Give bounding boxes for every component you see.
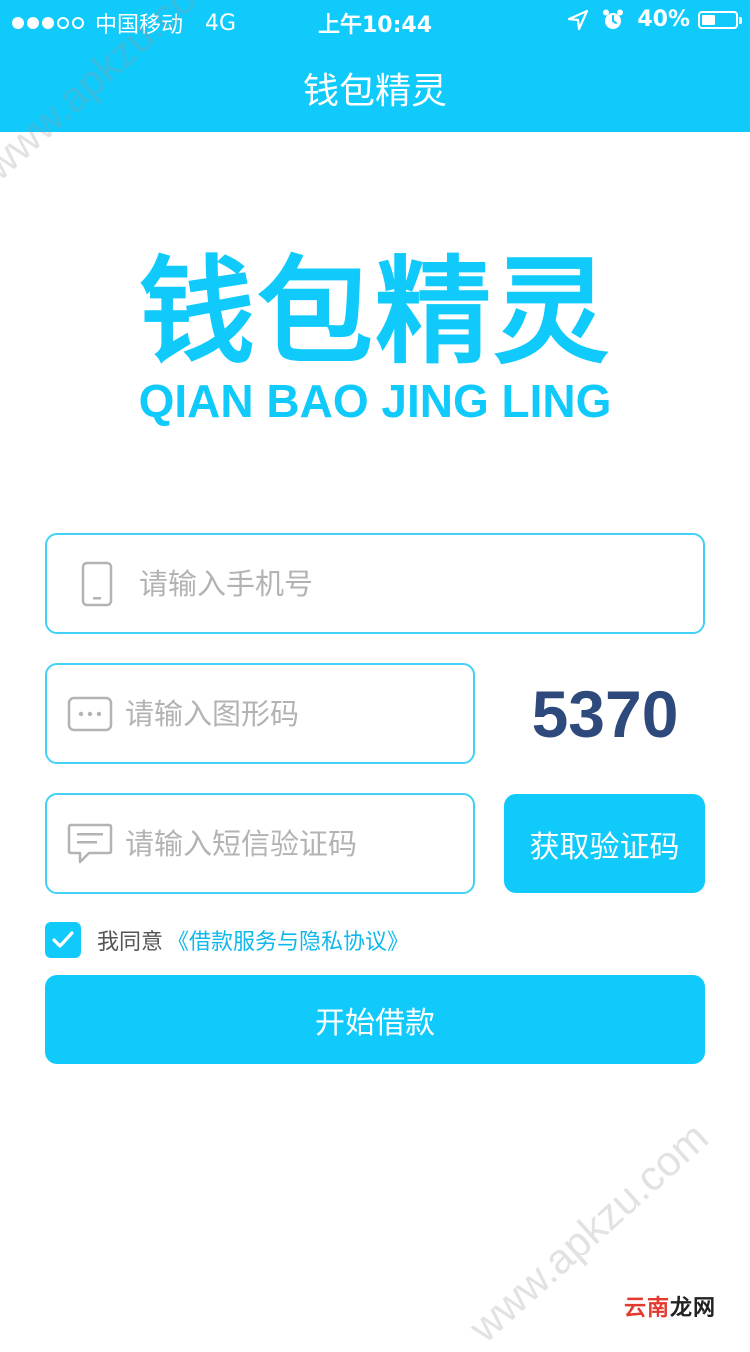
- mobile-phone-icon: [67, 561, 127, 607]
- sms-code-field[interactable]: [45, 793, 492, 894]
- corner-logo-part1: 云南: [623, 1296, 670, 1321]
- agreement-link[interactable]: 《借款服务与隐私协议》: [167, 924, 409, 956]
- corner-logo-part2: 龙网: [669, 1296, 716, 1321]
- battery-fill: [702, 14, 715, 25]
- agreement-checkbox[interactable]: [45, 922, 81, 958]
- phone-input[interactable]: [139, 566, 683, 601]
- status-right: 40%: [567, 7, 742, 32]
- logo-chinese: 钱包精灵: [139, 245, 611, 380]
- captcha-image-code[interactable]: 5370: [505, 663, 705, 764]
- battery-tip: [739, 16, 742, 24]
- battery-icon: [698, 10, 742, 29]
- battery-percent: 40%: [637, 7, 690, 32]
- checkmark-icon: [52, 931, 74, 948]
- location-arrow-icon: [568, 9, 589, 30]
- agreement-row: 我同意 《借款服务与隐私协议》: [45, 922, 409, 958]
- get-sms-code-button[interactable]: 获取验证码: [504, 794, 705, 893]
- sms-code-input[interactable]: [125, 826, 492, 861]
- start-loan-button[interactable]: 开始借款: [45, 975, 705, 1064]
- logo-pinyin: QIAN BAO JING LING: [138, 375, 612, 427]
- phone-field[interactable]: [45, 533, 705, 634]
- keyboard-dots-icon: [67, 696, 113, 732]
- captcha-input[interactable]: [125, 696, 492, 731]
- corner-watermark-logo: 云南龙网: [624, 1290, 716, 1322]
- agreement-text: 我同意: [97, 930, 164, 955]
- captcha-field[interactable]: [45, 663, 492, 764]
- alarm-clock-icon: [603, 9, 624, 29]
- chat-bubble-icon: [67, 823, 113, 865]
